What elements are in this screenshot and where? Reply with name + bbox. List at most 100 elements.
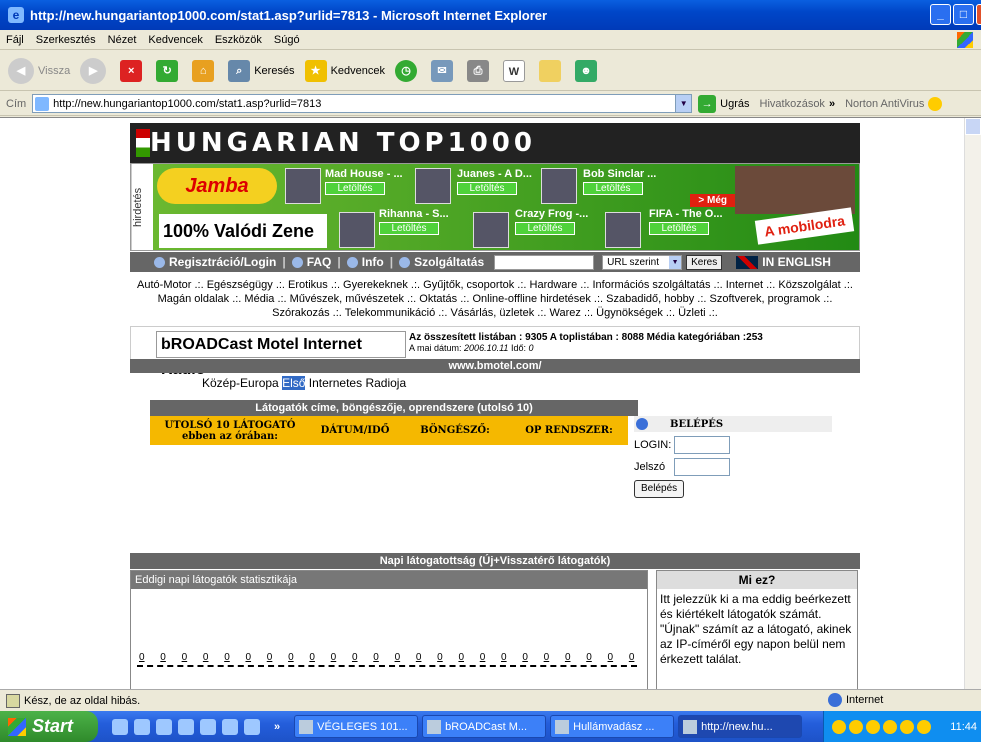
- song-thumbnail[interactable]: [541, 168, 577, 204]
- quick-launch-chevron[interactable]: »: [274, 721, 280, 733]
- clock[interactable]: 11:44: [950, 721, 977, 733]
- stop-button[interactable]: ×: [120, 59, 146, 82]
- forward-button[interactable]: ▶: [80, 57, 110, 84]
- song-6[interactable]: FIFA - The O... Letöltés: [649, 208, 723, 235]
- site-url-link[interactable]: www.bmotel.com/: [130, 359, 860, 373]
- messenger-icon: ☻: [575, 59, 597, 82]
- minimize-button[interactable]: _: [930, 4, 951, 25]
- page-error-icon[interactable]: [6, 693, 20, 708]
- back-button[interactable]: ◀ Vissza: [8, 57, 70, 84]
- edit-button[interactable]: W: [503, 59, 529, 82]
- menu-favorites[interactable]: Kedvencek: [148, 34, 202, 46]
- song-3[interactable]: Bob Sinclar ... Letöltés: [583, 168, 656, 195]
- taskbar-item-active[interactable]: http://new.hu...: [678, 715, 803, 738]
- nav-info[interactable]: Info: [346, 255, 384, 269]
- tray-icon[interactable]: [866, 719, 880, 734]
- menu-file[interactable]: Fájl: [6, 34, 24, 46]
- tray-icon[interactable]: [900, 719, 914, 734]
- menu-help[interactable]: Súgó: [274, 34, 300, 46]
- song-thumbnail[interactable]: [605, 212, 641, 248]
- nav-faq[interactable]: FAQ: [291, 255, 331, 269]
- download-button[interactable]: Letöltés: [649, 222, 709, 235]
- quick-launch-icon[interactable]: [178, 718, 194, 735]
- search-submit-button[interactable]: Keres: [686, 254, 723, 270]
- song-2[interactable]: Juanes - A D... Letöltés: [457, 168, 532, 195]
- song-thumbnail[interactable]: [415, 168, 451, 204]
- daily-visits-title: Napi látogatottság (Új+Visszatérő látoga…: [130, 553, 860, 569]
- home-button[interactable]: ⌂: [192, 59, 218, 82]
- quick-launch-icon[interactable]: [244, 718, 260, 735]
- menu-view[interactable]: Nézet: [108, 34, 137, 46]
- visitors-title: Látogatók címe, böngészője, oprendszere …: [150, 400, 638, 416]
- quick-launch-icon[interactable]: [222, 718, 238, 735]
- scroll-up-icon[interactable]: [965, 118, 981, 135]
- site-name[interactable]: bROADCast Motel Internet Radio: [156, 331, 406, 378]
- ie-icon: [555, 719, 570, 734]
- norton-label[interactable]: Norton AntiVirus: [845, 98, 924, 110]
- address-bar: Cím http://new.hungariantop1000.com/stat…: [0, 92, 981, 116]
- login-button[interactable]: Belépés: [634, 480, 685, 498]
- links-button[interactable]: Hivatkozások: [760, 98, 825, 110]
- print-button[interactable]: ⎙: [467, 59, 493, 82]
- maximize-button[interactable]: □: [953, 4, 974, 25]
- login-input[interactable]: [674, 436, 730, 454]
- messenger-button[interactable]: ☻: [575, 59, 601, 82]
- menu-edit[interactable]: Szerkesztés: [36, 34, 96, 46]
- download-button[interactable]: Letöltés: [379, 222, 439, 235]
- song-4[interactable]: Rihanna - S... Letöltés: [379, 208, 449, 235]
- song-thumbnail[interactable]: [473, 212, 509, 248]
- tray-icon[interactable]: [917, 719, 931, 734]
- song-thumbnail[interactable]: [285, 168, 321, 204]
- tray-icon[interactable]: [883, 719, 897, 734]
- refresh-button[interactable]: ↻: [156, 59, 182, 82]
- taskbar-item[interactable]: bROADCast M...: [422, 715, 547, 738]
- address-dropdown-icon[interactable]: ▼: [675, 95, 692, 112]
- more-button[interactable]: > Még: [690, 194, 735, 207]
- norton-icon[interactable]: [928, 96, 943, 111]
- english-link[interactable]: IN ENGLISH: [762, 255, 831, 269]
- links-chevron[interactable]: »: [829, 98, 835, 110]
- taskbar-item[interactable]: Hullámvadász ...: [550, 715, 675, 738]
- ad-banner[interactable]: hirdetés Jamba 100% Valódi Zene Mad Hous…: [130, 163, 860, 251]
- quick-launch-icon[interactable]: [156, 718, 172, 735]
- download-button[interactable]: Letöltés: [515, 222, 575, 235]
- ad-main[interactable]: Jamba 100% Valódi Zene Mad House - ... Le…: [153, 164, 859, 250]
- vertical-scrollbar[interactable]: [964, 118, 981, 689]
- category-links[interactable]: Autó-Motor .:. Egészségügy .:. Erotikus …: [130, 278, 860, 320]
- song-5[interactable]: Crazy Frog -... Letöltés: [515, 208, 588, 235]
- jamba-logo[interactable]: Jamba: [157, 168, 277, 204]
- close-button[interactable]: X: [976, 4, 981, 25]
- favorites-button[interactable]: ★ Kedvencek: [304, 59, 385, 82]
- download-button[interactable]: Letöltés: [325, 182, 385, 195]
- song-title: FIFA - The O...: [649, 208, 723, 220]
- nav-services[interactable]: Szolgáltatás: [399, 255, 484, 269]
- quick-launch-icon[interactable]: [200, 718, 216, 735]
- daily-value: 0: [522, 652, 528, 663]
- discuss-button[interactable]: [539, 59, 565, 82]
- download-button[interactable]: Letöltés: [583, 182, 643, 195]
- history-button[interactable]: ◷: [395, 59, 421, 82]
- page-icon: [35, 96, 50, 111]
- address-input[interactable]: http://new.hungariantop1000.com/stat1.as…: [32, 94, 693, 113]
- tray-icon[interactable]: [832, 719, 846, 734]
- start-button[interactable]: Start: [0, 711, 98, 742]
- col-last-visitors-2: ebben az órában:: [182, 430, 278, 442]
- search-button[interactable]: ⌕ Keresés: [228, 59, 295, 82]
- quick-launch-icon[interactable]: [134, 718, 150, 735]
- mail-button[interactable]: ✉: [431, 59, 457, 82]
- song-1[interactable]: Mad House - ... Letöltés: [325, 168, 403, 195]
- download-button[interactable]: Letöltés: [457, 182, 517, 195]
- nav-register[interactable]: Regisztráció/Login: [154, 255, 276, 269]
- globe-icon: [828, 693, 842, 707]
- go-button[interactable]: → Ugrás: [698, 94, 750, 113]
- menu-bar: Fájl Szerkesztés Nézet Kedvencek Eszközö…: [0, 30, 981, 50]
- password-input[interactable]: [674, 458, 730, 476]
- nav-search-input[interactable]: [494, 254, 595, 270]
- quick-launch-icon[interactable]: [112, 718, 128, 735]
- menu-tools[interactable]: Eszközök: [215, 34, 262, 46]
- taskbar-item[interactable]: VÉGLEGES 101...: [294, 715, 419, 738]
- song-thumbnail[interactable]: [339, 212, 375, 248]
- folder-icon: [539, 59, 561, 82]
- tray-icon[interactable]: [849, 719, 863, 734]
- search-type-select[interactable]: URL szerint ▼: [602, 254, 683, 270]
